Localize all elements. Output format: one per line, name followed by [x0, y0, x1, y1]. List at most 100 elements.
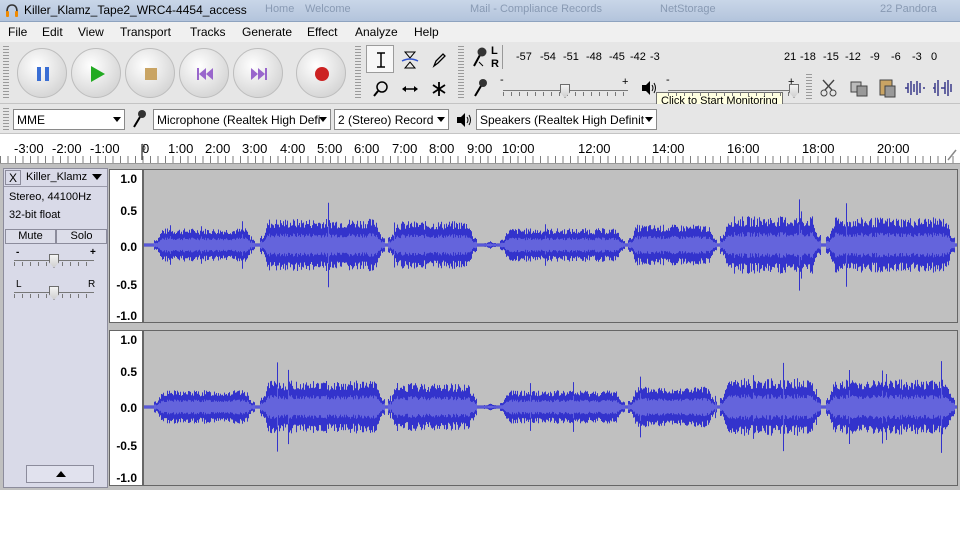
pan-slider-group: L R	[14, 279, 95, 300]
draw-tool-button[interactable]	[424, 45, 452, 73]
paste-icon[interactable]	[876, 77, 898, 99]
timeline-label: -2:00	[52, 141, 82, 156]
i-beam-icon	[377, 52, 385, 68]
skip-to-end-button[interactable]	[233, 48, 283, 98]
track-name: Killer_Klamz	[26, 171, 88, 183]
recording-meter-icon[interactable]	[470, 46, 488, 68]
stop-button[interactable]	[125, 48, 175, 98]
pan-left-label: L	[16, 279, 22, 290]
menu-file[interactable]: File	[8, 25, 27, 39]
cut-icon[interactable]	[818, 77, 840, 99]
amplitude-label: 0.0	[120, 401, 137, 415]
pause-button[interactable]	[17, 48, 67, 98]
zoom-tool-button[interactable]	[366, 74, 394, 102]
play-head-icon[interactable]	[140, 142, 150, 162]
selection-tool-button[interactable]	[366, 45, 394, 73]
track-bit-depth: 32-bit float	[9, 209, 61, 221]
menu-generate[interactable]: Generate	[242, 25, 292, 39]
meter-tick: -57	[516, 51, 532, 63]
timeline-label: -1:00	[90, 141, 120, 156]
audio-host-select[interactable]: MME	[13, 109, 125, 130]
timeline-label: 20:00	[877, 141, 910, 156]
multi-tool-button[interactable]	[424, 74, 452, 102]
ruler-end-marker-icon	[947, 149, 957, 161]
amplitude-label: -1.0	[116, 309, 137, 323]
menu-edit[interactable]: Edit	[42, 25, 63, 39]
output-volume-ticks	[668, 92, 796, 96]
pencil-icon	[432, 53, 446, 68]
double-arrow-icon	[402, 86, 418, 92]
gain-plus-label: +	[90, 247, 96, 258]
copy-icon[interactable]	[848, 77, 870, 99]
amplitude-label: 0.0	[120, 240, 137, 254]
waveform-left-graphic	[144, 199, 957, 291]
meter-tick: -12	[845, 51, 861, 63]
menu-analyze[interactable]: Analyze	[355, 25, 398, 39]
time-shift-tool-button[interactable]	[395, 74, 423, 102]
menu-bar: File Edit View Transport Tracks Generate…	[0, 22, 960, 42]
recording-device-select[interactable]: Microphone (Realtek High Defi	[153, 109, 331, 130]
speaker-icon	[642, 81, 656, 95]
toolbar-grip[interactable]	[3, 46, 9, 100]
timeline-label: 14:00	[652, 141, 685, 156]
toolbar-grip[interactable]	[458, 46, 464, 100]
play-button[interactable]	[71, 48, 121, 98]
record-button[interactable]	[296, 48, 346, 98]
meter-tick: -18	[800, 51, 816, 63]
track-format: Stereo, 44100Hz	[9, 191, 92, 203]
window-title: Killer_Klamz_Tape2_WRC4-4454_access	[24, 3, 247, 17]
trim-audio-icon[interactable]	[904, 77, 926, 99]
track-control-panel[interactable]: X Killer_Klamz Stereo, 44100Hz 32-bit fl…	[3, 168, 108, 488]
mute-button[interactable]: Mute	[5, 229, 56, 244]
silence-audio-icon[interactable]	[932, 77, 954, 99]
amplitude-label: -1.0	[116, 471, 137, 485]
meter-tick: -48	[586, 51, 602, 63]
menu-view[interactable]: View	[78, 25, 104, 39]
chevron-down-icon	[437, 117, 445, 122]
toolbar-grip[interactable]	[806, 74, 812, 100]
meter-tick: 21	[784, 51, 797, 63]
timeline-label: 2:00	[205, 141, 231, 156]
meter-tick: -51	[563, 51, 579, 63]
skip-to-start-icon	[197, 68, 213, 80]
timeline-label: 9:00	[467, 141, 493, 156]
background-tab: Welcome	[305, 3, 351, 15]
meter-tick: -45	[609, 51, 625, 63]
playback-device-select[interactable]: Speakers (Realtek High Definit	[476, 109, 657, 130]
menu-effect[interactable]: Effect	[307, 25, 337, 39]
meter-tick: -6	[891, 51, 901, 63]
waveform-left-channel[interactable]	[143, 169, 958, 323]
meter-left-label: L	[491, 45, 498, 57]
toolbar-grip[interactable]	[3, 108, 9, 130]
amplitude-label: -0.5	[116, 439, 137, 453]
meter-tick: 0	[931, 51, 938, 63]
meter-tick: -3	[650, 51, 660, 63]
close-track-button[interactable]: X	[5, 170, 21, 185]
timeline-label: 6:00	[354, 141, 380, 156]
waveform-right-channel[interactable]	[143, 330, 958, 486]
magnifier-icon	[373, 81, 388, 97]
envelope-tool-button[interactable]	[395, 45, 423, 73]
menu-help[interactable]: Help	[414, 25, 439, 39]
toolbar-grip[interactable]	[355, 46, 361, 100]
collapse-track-button[interactable]	[26, 465, 94, 483]
meter-tick: -3	[912, 51, 922, 63]
gain-slider-group: - +	[14, 247, 96, 268]
menu-transport[interactable]: Transport	[120, 25, 171, 39]
timeline-label: 7:00	[392, 141, 418, 156]
amplitude-ruler-left-channel: 1.0 0.5 0.0 -0.5 -1.0	[109, 169, 143, 323]
chevron-down-icon	[113, 117, 121, 122]
input-volume-minus: -	[500, 74, 504, 86]
timeline-ruler[interactable]: -3:00 -2:00 -1:00 0 1:00 2:00 3:00 4:00 …	[0, 134, 960, 164]
amplitude-label: 1.0	[120, 172, 137, 186]
timeline-label: 5:00	[317, 141, 343, 156]
meter-tick: -54	[540, 51, 556, 63]
menu-tracks[interactable]: Tracks	[190, 25, 226, 39]
playback-device-value: Speakers (Realtek High Definit	[480, 113, 645, 127]
skip-to-start-button[interactable]	[179, 48, 229, 98]
background-tab: Home	[265, 3, 295, 15]
recording-channels-select[interactable]: 2 (Stereo) Record	[334, 109, 449, 130]
solo-button[interactable]: Solo	[56, 229, 107, 244]
track-name-menu[interactable]: Killer_Klamz	[24, 170, 106, 185]
asterisk-icon	[432, 82, 446, 96]
